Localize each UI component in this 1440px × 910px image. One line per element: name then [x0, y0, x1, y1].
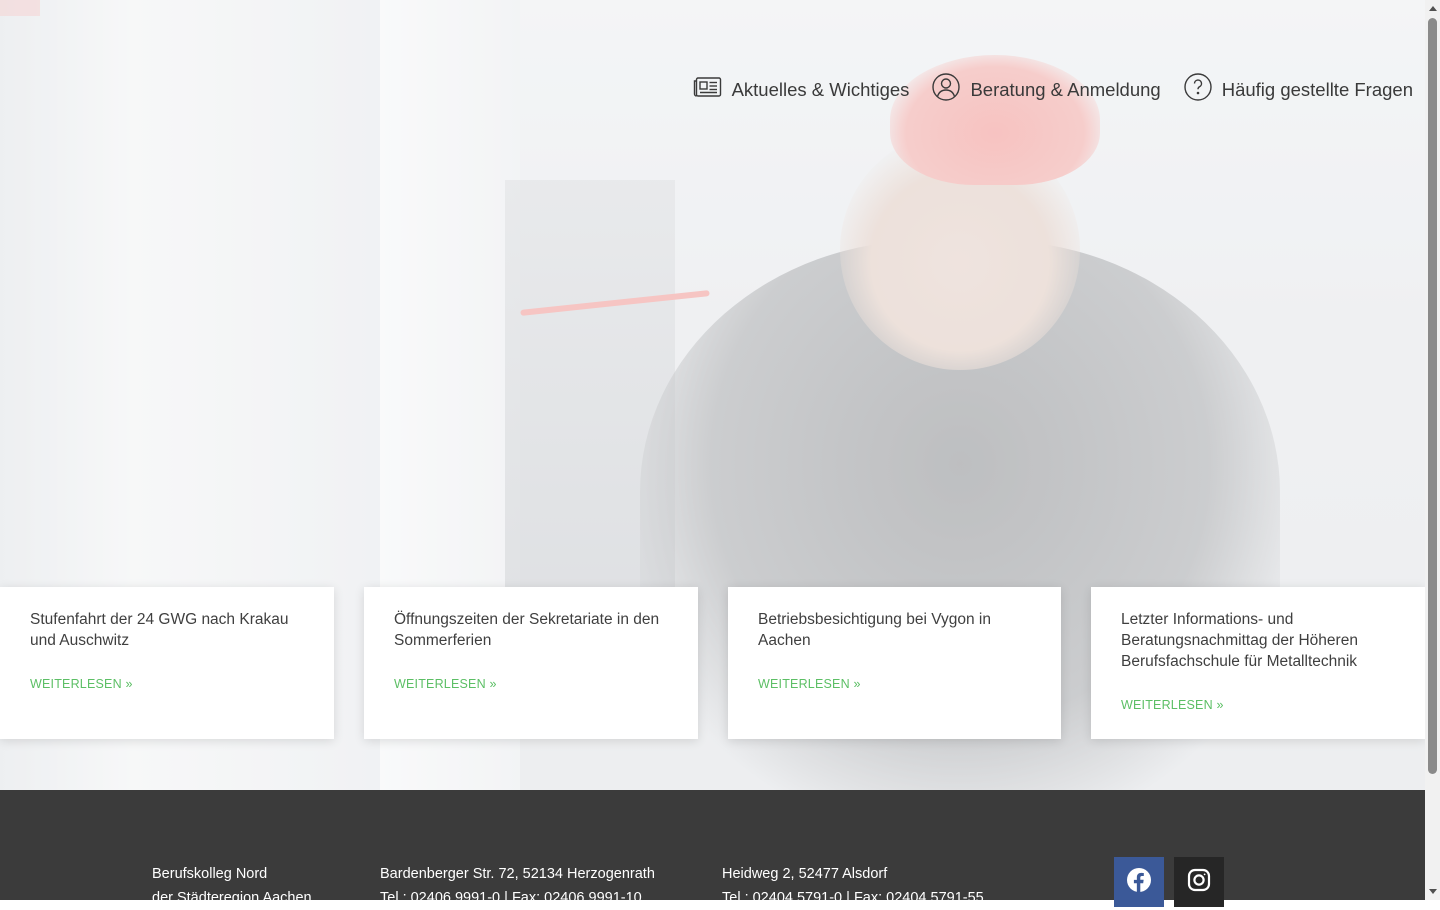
instagram-icon [1186, 867, 1212, 897]
footer-contact: Tel.: 02406 9991-0 | Fax: 02406 9991-10 [380, 890, 642, 906]
news-card: Letzter Informations- und Beratungsnachm… [1091, 587, 1425, 739]
footer-address: Heidweg 2, 52477 Alsdorf [722, 866, 888, 882]
nav-item-news-label: Aktuelles & Wichtiges [731, 78, 910, 100]
hero-image: Aktuelles & Wichtiges Beratung & Anmeldu… [0, 0, 1425, 790]
news-card: Betriebsbesichtigung bei Vygon in Aachen… [728, 587, 1061, 739]
read-more-link[interactable]: WEITERLESEN » [394, 677, 497, 691]
scroll-up-arrow-icon[interactable] [1429, 6, 1437, 11]
footer-school-region: der Städteregion Aachen [152, 890, 312, 906]
read-more-link[interactable]: WEITERLESEN » [1121, 698, 1224, 712]
news-card-title[interactable]: Öffnungszeiten der Sekretariate in den S… [394, 609, 668, 651]
footer-site-herzogenrath: Bardenberger Str. 72, 52134 Herzogenrath… [380, 862, 655, 910]
nav-item-consulting[interactable]: Beratung & Anmeldung [931, 72, 1161, 107]
newspaper-icon [693, 72, 723, 107]
scroll-thumb[interactable] [1428, 18, 1437, 774]
corner-mark [0, 0, 40, 16]
nav-item-consulting-label: Beratung & Anmeldung [970, 78, 1161, 100]
footer-school: Berufskolleg Nord der Städteregion Aache… [152, 862, 312, 910]
footer-contact: Tel.: 02404 5791-0 | Fax: 02404 5791-55 [722, 890, 984, 906]
scroll-down-arrow-icon[interactable] [1429, 889, 1437, 894]
user-circle-icon [931, 72, 961, 107]
read-more-link[interactable]: WEITERLESEN » [758, 677, 861, 691]
news-card-title[interactable]: Letzter Informations- und Beratungsnachm… [1121, 609, 1395, 672]
footer-site-alsdorf: Heidweg 2, 52477 Alsdorf Tel.: 02404 579… [722, 862, 984, 910]
news-card-title[interactable]: Betriebsbesichtigung bei Vygon in Aachen [758, 609, 1031, 651]
news-card: Öffnungszeiten der Sekretariate in den S… [364, 587, 698, 739]
read-more-link[interactable]: WEITERLESEN » [30, 677, 133, 691]
nav-item-news[interactable]: Aktuelles & Wichtiges [693, 72, 910, 107]
news-card-title[interactable]: Stufenfahrt der 24 GWG nach Krakau und A… [30, 609, 304, 651]
facebook-icon [1126, 867, 1152, 897]
footer-school-name: Berufskolleg Nord [152, 866, 268, 882]
site-footer: Berufskolleg Nord der Städteregion Aache… [0, 790, 1425, 907]
nav-item-faq-label: Häufig gestellte Fragen [1221, 78, 1413, 100]
top-navigation: Aktuelles & Wichtiges Beratung & Anmeldu… [693, 72, 1413, 107]
news-card: Stufenfahrt der 24 GWG nach Krakau und A… [0, 587, 334, 739]
page-scrollbar[interactable] [1425, 0, 1440, 900]
nav-item-faq[interactable]: Häufig gestellte Fragen [1183, 72, 1413, 107]
footer-address: Bardenberger Str. 72, 52134 Herzogenrath [380, 866, 655, 882]
news-cards: Stufenfahrt der 24 GWG nach Krakau und A… [0, 587, 1425, 739]
question-circle-icon [1183, 72, 1213, 107]
